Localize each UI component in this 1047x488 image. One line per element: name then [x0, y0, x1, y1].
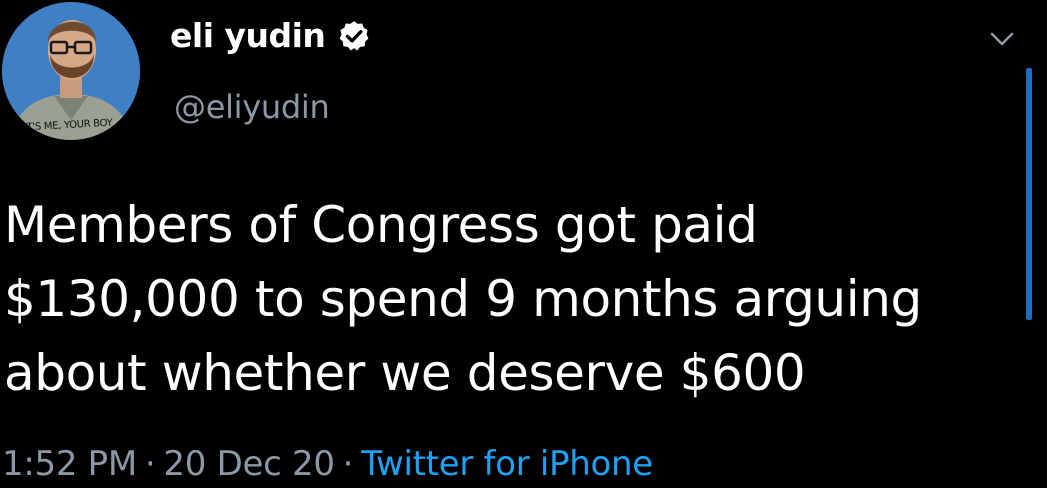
tweet-card: IT'S ME, YOUR BOY eli yudin @eliyudin Me… [0, 0, 1047, 488]
tweet-date[interactable]: 20 Dec 20 [163, 444, 335, 484]
tweet-text-line: about whether we deserve $600 [4, 344, 806, 402]
tweet-time[interactable]: 1:52 PM [2, 444, 137, 484]
chevron-down-icon[interactable] [985, 22, 1019, 56]
tweet-text: Members of Congress got paid $130,000 to… [4, 188, 1014, 410]
display-name[interactable]: eli yudin [170, 16, 371, 55]
tweet-text-line: $130,000 to spend 9 months arguing [4, 270, 922, 328]
display-name-text: eli yudin [170, 16, 326, 55]
meta-separator: · [342, 444, 354, 484]
meta-separator: · [144, 444, 156, 484]
tweet-text-line: Members of Congress got paid [4, 196, 758, 254]
user-handle[interactable]: @eliyudin [174, 88, 330, 126]
tweet-source-link[interactable]: Twitter for iPhone [361, 444, 653, 484]
verified-badge-icon [339, 20, 369, 50]
tweet-meta: 1:52 PM · 20 Dec 20 · Twitter for iPhone [2, 444, 653, 484]
scroll-indicator [1026, 68, 1032, 320]
